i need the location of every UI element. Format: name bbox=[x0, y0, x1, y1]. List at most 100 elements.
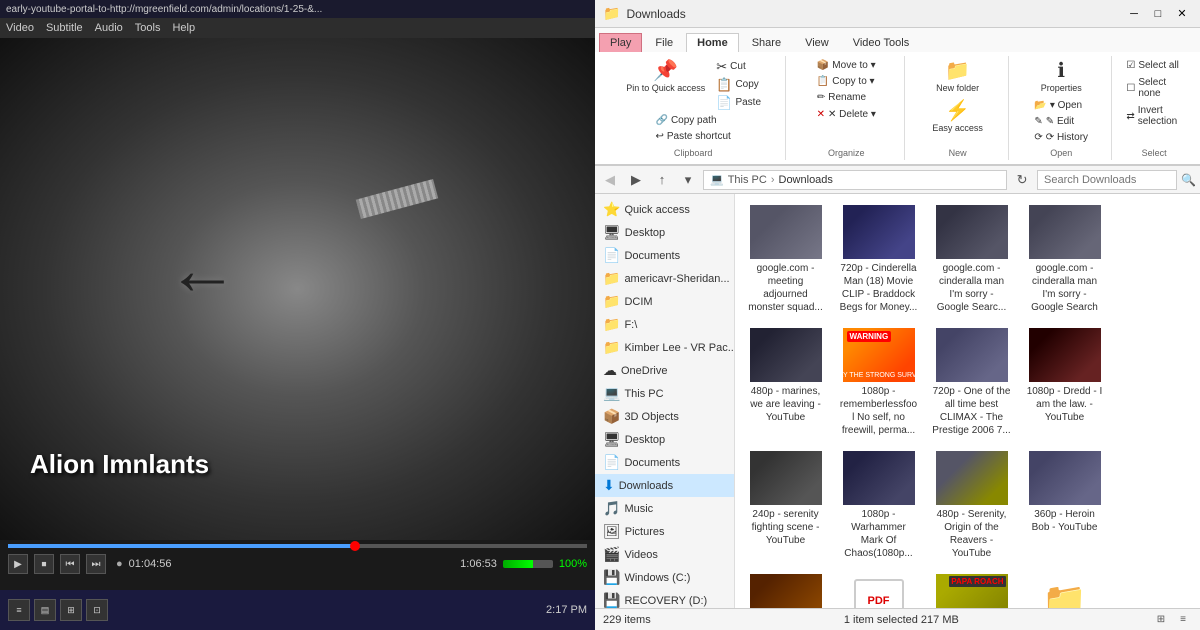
tab-file[interactable]: File bbox=[644, 33, 684, 52]
taskbar-btn-2[interactable]: ▤ bbox=[34, 599, 56, 621]
address-path[interactable]: 💻 This PC › Downloads bbox=[703, 170, 1007, 190]
select-all-button[interactable]: ☑ Select all bbox=[1122, 58, 1183, 73]
sidebar-label-3d-objects: 3D Objects bbox=[624, 411, 678, 423]
tab-play[interactable]: Play bbox=[599, 33, 642, 52]
close-button[interactable]: ✕ bbox=[1172, 5, 1192, 23]
next-button[interactable]: ⏭ bbox=[86, 554, 106, 574]
select-none-button[interactable]: ☐ Select none bbox=[1122, 75, 1186, 101]
stop-button[interactable]: ⏹ bbox=[34, 554, 54, 574]
taskbar-btn-3[interactable]: ⊞ bbox=[60, 599, 82, 621]
tab-video-tools[interactable]: Video Tools bbox=[842, 33, 920, 52]
sidebar-item-dcim[interactable]: 📁 DCIM bbox=[595, 290, 734, 313]
list-item[interactable]: WARNING ONLY THE STRONG SURVIVE 1080p - … bbox=[834, 323, 923, 442]
paste-shortcut-button[interactable]: ↩ Paste shortcut bbox=[651, 129, 734, 144]
list-item[interactable]: 360p - Heroin Bob - YouTube bbox=[1020, 446, 1109, 565]
sidebar-item-windows-c[interactable]: 💾 Windows (C:) bbox=[595, 566, 734, 589]
list-item[interactable]: google.com - cinderalla man I'm sorry - … bbox=[1020, 200, 1109, 319]
delete-button[interactable]: ✕ ✕ Delete ▾ bbox=[813, 107, 880, 122]
sidebar-item-onedrive[interactable]: ☁ OneDrive bbox=[595, 359, 734, 382]
list-item[interactable]: 480p - Serenity, Origin of the Reavers -… bbox=[927, 446, 1016, 565]
sidebar-label-pictures: Pictures bbox=[625, 526, 665, 538]
volume-bar[interactable] bbox=[503, 560, 553, 568]
properties-label: Properties bbox=[1041, 83, 1082, 93]
sidebar-item-americavr[interactable]: 📁 americavr-Sheridan... bbox=[595, 267, 734, 290]
list-item[interactable]: 480p - marines, we are leaving - YouTube bbox=[741, 323, 830, 442]
open-button[interactable]: 📂 ▾ Open bbox=[1030, 98, 1092, 113]
refresh-button[interactable]: ↻ bbox=[1011, 169, 1033, 191]
pin-to-quick-access-button[interactable]: 📌 Pin to Quick access bbox=[621, 58, 710, 111]
search-input[interactable] bbox=[1037, 170, 1177, 190]
menu-audio[interactable]: Audio bbox=[95, 22, 123, 34]
file-thumbnail bbox=[750, 451, 822, 505]
tab-home[interactable]: Home bbox=[686, 33, 739, 52]
list-item[interactable]: 480p - Flight of Dragons (1982) Final Sh… bbox=[741, 569, 830, 608]
file-thumbnail bbox=[750, 574, 822, 608]
list-item[interactable]: 720p - One of the all time best CLIMAX -… bbox=[927, 323, 1016, 442]
sidebar-item-f-drive[interactable]: 📁 F:\ bbox=[595, 313, 734, 336]
menu-subtitle[interactable]: Subtitle bbox=[46, 22, 83, 34]
sidebar-item-documents-2[interactable]: 📄 Documents bbox=[595, 451, 734, 474]
large-icons-view-button[interactable]: ⊞ bbox=[1152, 612, 1170, 628]
play-button[interactable]: ▶ bbox=[8, 554, 28, 574]
explorer-panel: 📁 Downloads ─ □ ✕ Play File Home Share V… bbox=[595, 0, 1200, 630]
new-folder-button[interactable]: 📁 New folder bbox=[931, 58, 984, 96]
menu-help[interactable]: Help bbox=[172, 22, 195, 34]
maximize-button[interactable]: □ bbox=[1148, 5, 1168, 23]
properties-button[interactable]: ℹ Properties bbox=[1036, 58, 1087, 96]
invert-icon: ⇄ bbox=[1126, 111, 1134, 122]
list-item[interactable]: google.com - cinderalla man I'm sorry - … bbox=[927, 200, 1016, 319]
file-area[interactable]: google.com - meeting adjourned monster s… bbox=[735, 194, 1200, 608]
f-drive-icon: 📁 bbox=[603, 316, 620, 333]
list-item[interactable]: PDF aos-monstrous-a rcanum bbox=[834, 569, 923, 608]
ribbon-organize-group: 📦 Move to ▾ 📋 Copy to ▾ ✏ Rename bbox=[788, 56, 905, 160]
sidebar-item-desktop-1[interactable]: 🖥 Desktop bbox=[595, 221, 734, 244]
tab-view[interactable]: View bbox=[794, 33, 840, 52]
ribbon-content: 📌 Pin to Quick access ✂ Cut 📋 Copy bbox=[595, 52, 1200, 165]
sidebar-item-quick-access[interactable]: ⭐ Quick access bbox=[595, 198, 734, 221]
list-item[interactable]: 720p - Cinderella Man (18) Movie CLIP - … bbox=[834, 200, 923, 319]
copy-to-button[interactable]: 📋 Copy to ▾ bbox=[813, 74, 880, 89]
sidebar-item-kimber-lee[interactable]: 📁 Kimber Lee - VR Pac... bbox=[595, 336, 734, 359]
taskbar-btn-1[interactable]: ≡ bbox=[8, 599, 30, 621]
sidebar-item-downloads[interactable]: ⬇ Downloads bbox=[595, 474, 734, 497]
list-item[interactable]: 📁 New folder(10) bbox=[1020, 569, 1109, 608]
progress-bar[interactable] bbox=[8, 544, 587, 548]
rename-icon: ✏ bbox=[817, 92, 825, 103]
select-all-icon: ☑ bbox=[1126, 60, 1135, 71]
sidebar-item-recovery-d[interactable]: 💾 RECOVERY (D:) bbox=[595, 589, 734, 608]
list-item[interactable]: 1080p - Warhammer Mark Of Chaos(1080p... bbox=[834, 446, 923, 565]
copy-path-button[interactable]: 🔗 Copy path bbox=[651, 113, 734, 128]
invert-selection-button[interactable]: ⇄ Invert selection bbox=[1122, 103, 1186, 129]
list-view-button[interactable]: ≡ bbox=[1174, 612, 1192, 628]
taskbar-btn-4[interactable]: ⊡ bbox=[86, 599, 108, 621]
cut-button[interactable]: ✂ Cut bbox=[712, 58, 765, 75]
back-button[interactable]: ◀ bbox=[599, 169, 621, 191]
easy-access-button[interactable]: ⚡ Easy access bbox=[927, 98, 988, 136]
sidebar-item-documents-1[interactable]: 📄 Documents bbox=[595, 244, 734, 267]
forward-button[interactable]: ▶ bbox=[625, 169, 647, 191]
sidebar-item-this-pc[interactable]: 💻 This PC bbox=[595, 382, 734, 405]
tab-share[interactable]: Share bbox=[741, 33, 792, 52]
list-item[interactable]: 1080p - Dredd - I am the law. - YouTube bbox=[1020, 323, 1109, 442]
paste-button[interactable]: 📄 Paste bbox=[712, 94, 765, 111]
address-text: This PC bbox=[728, 174, 767, 186]
recent-locations-button[interactable]: ▾ bbox=[677, 169, 699, 191]
list-item[interactable]: google.com - meeting adjourned monster s… bbox=[741, 200, 830, 319]
move-to-button[interactable]: 📦 Move to ▾ bbox=[813, 58, 880, 73]
sidebar-item-desktop-2[interactable]: 🖥 Desktop bbox=[595, 428, 734, 451]
sidebar-item-3d-objects[interactable]: 📦 3D Objects bbox=[595, 405, 734, 428]
list-item[interactable]: PAPA ROACH 720p - papa roach - Singular … bbox=[927, 569, 1016, 608]
edit-button[interactable]: ✎ ✎ Edit bbox=[1030, 114, 1092, 129]
minimize-button[interactable]: ─ bbox=[1124, 5, 1144, 23]
menu-video[interactable]: Video bbox=[6, 22, 34, 34]
list-item[interactable]: 240p - serenity fighting scene - YouTube bbox=[741, 446, 830, 565]
copy-button[interactable]: 📋 Copy bbox=[712, 76, 765, 93]
up-button[interactable]: ↑ bbox=[651, 169, 673, 191]
sidebar-item-pictures[interactable]: 🖼 Pictures bbox=[595, 520, 734, 543]
sidebar-item-music[interactable]: 🎵 Music bbox=[595, 497, 734, 520]
prev-button[interactable]: ⏮ bbox=[60, 554, 80, 574]
rename-button[interactable]: ✏ Rename bbox=[813, 90, 880, 105]
history-button[interactable]: ⟳ ⟳ History bbox=[1030, 130, 1092, 145]
menu-tools[interactable]: Tools bbox=[135, 22, 161, 34]
sidebar-item-videos[interactable]: 🎬 Videos bbox=[595, 543, 734, 566]
